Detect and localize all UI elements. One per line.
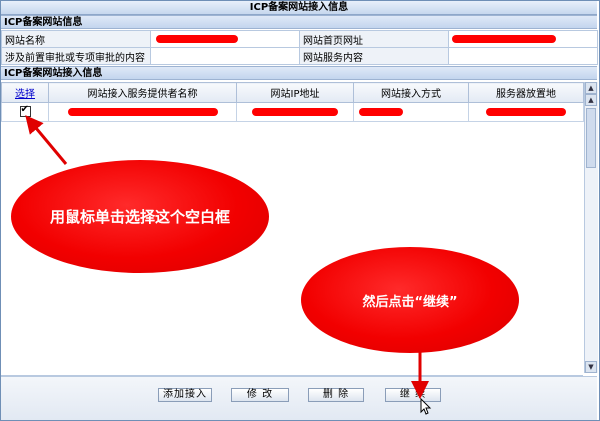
continue-hint-callout: 然后点击“继续” [301, 247, 519, 353]
homepage-url-value [448, 30, 598, 48]
access-method-cell [353, 102, 469, 122]
column-header-provider: 网站接入服务提供者名称 [48, 82, 237, 103]
scroll-up-icon[interactable]: ▲ [585, 94, 597, 106]
server-location-cell [468, 102, 584, 122]
modify-button[interactable]: 修 改 [231, 388, 289, 402]
scroll-up-icon[interactable]: ▲ [585, 82, 597, 94]
redaction-mark [486, 107, 566, 116]
redaction-mark [359, 107, 403, 116]
continue-button[interactable]: 继 续 [385, 388, 441, 402]
window-title: ICP备案网站接入信息 [1, 1, 597, 15]
redaction-mark [67, 107, 218, 116]
check-mark-icon: ✔ [20, 104, 29, 116]
select-hint-callout: 用鼠标单击选择这个空白框 [11, 160, 269, 273]
pre-approval-label: 涉及前置审批或专项审批的内容 [1, 47, 151, 65]
access-info-header: ICP备案网站接入信息 [1, 66, 597, 80]
pre-approval-value [150, 47, 300, 65]
provider-cell [48, 102, 237, 122]
column-header-select[interactable]: 选择 [1, 82, 49, 103]
add-access-button[interactable]: 添加接入 [158, 388, 212, 402]
button-bar [1, 376, 597, 420]
access-info-table: 选择 网站接入服务提供者名称 网站IP地址 网站接入方式 服务器放置地 ✔ [1, 82, 584, 122]
redaction-mark [252, 107, 338, 116]
ip-cell [236, 102, 354, 122]
mouse-pointer-icon [420, 398, 432, 415]
column-header-access-method: 网站接入方式 [353, 82, 469, 103]
delete-button[interactable]: 删 除 [308, 388, 364, 402]
table-row[interactable]: ✔ [1, 102, 584, 122]
select-column-link[interactable]: 选择 [15, 89, 35, 100]
homepage-url-label: 网站首页网址 [299, 30, 449, 48]
column-header-ip: 网站IP地址 [236, 82, 354, 103]
scrollbar-thumb[interactable] [586, 108, 596, 168]
redaction-mark [156, 34, 238, 43]
vertical-scrollbar[interactable]: ▲ ▲ ▼ [584, 82, 598, 373]
row-select-checkbox[interactable]: ✔ [19, 104, 31, 118]
redaction-mark [452, 34, 556, 43]
service-content-value [448, 47, 598, 65]
site-name-value [150, 30, 300, 48]
column-header-server-location: 服务器放置地 [468, 82, 584, 103]
site-info-table: 网站名称 网站首页网址 涉及前置审批或专项审批的内容 网站服务内容 [1, 30, 598, 65]
table-header-row: 选择 网站接入服务提供者名称 网站IP地址 网站接入方式 服务器放置地 [1, 82, 584, 103]
service-content-label: 网站服务内容 [299, 47, 449, 65]
select-cell[interactable]: ✔ [1, 102, 49, 122]
site-info-header: ICP备案网站信息 [1, 15, 597, 29]
site-name-label: 网站名称 [1, 30, 151, 48]
scroll-down-icon[interactable]: ▼ [585, 361, 597, 373]
